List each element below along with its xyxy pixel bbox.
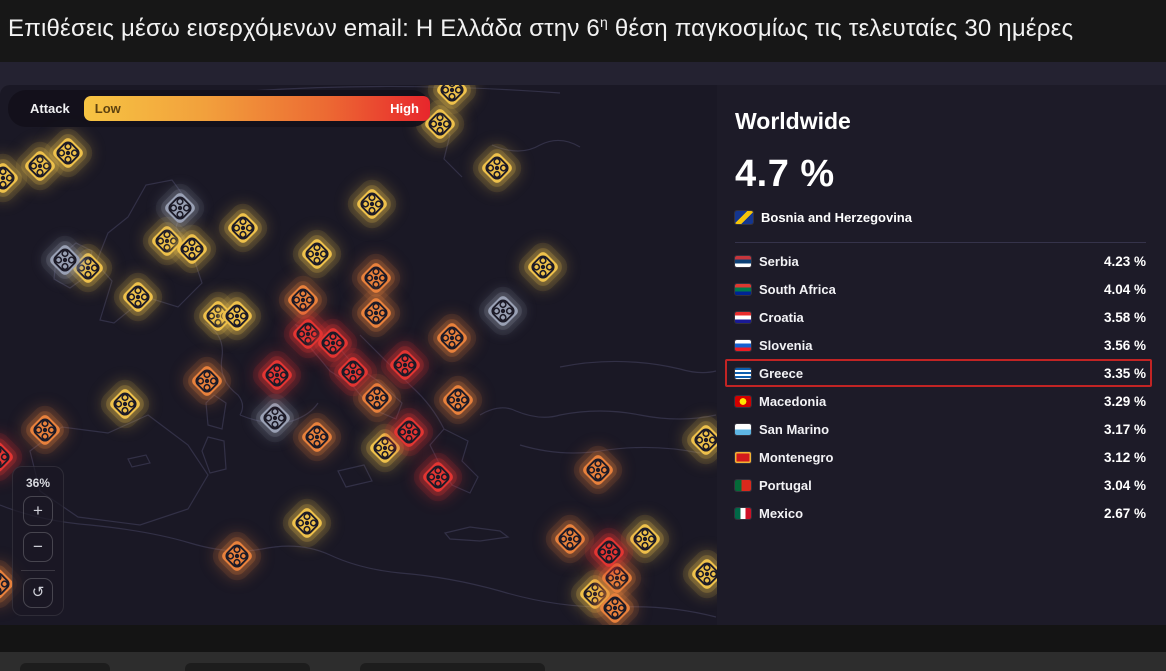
country-flag-icon xyxy=(735,256,751,267)
country-value: 3.58 % xyxy=(1104,310,1146,325)
legend-low-label: Low xyxy=(95,101,121,116)
country-name: Montenegro xyxy=(759,450,833,465)
country-flag-icon xyxy=(735,312,751,323)
zoom-divider xyxy=(21,570,55,571)
country-row[interactable]: Greece 3.35 % xyxy=(735,359,1146,387)
footer-chip xyxy=(185,663,310,671)
country-flag-icon xyxy=(735,396,751,407)
country-row[interactable]: Mexico 2.67 % xyxy=(735,499,1146,527)
country-flag-icon xyxy=(735,480,751,491)
leader-country-name: Bosnia and Herzegovina xyxy=(761,210,912,225)
country-name: Croatia xyxy=(759,310,804,325)
stats-panel: Worldwide 4.7 % Bosnia and Herzegovina S… xyxy=(717,85,1166,625)
country-row[interactable]: Serbia 4.23 % xyxy=(735,247,1146,275)
page-title: Επιθέσεις μέσω εισερχόμενων email: Η Ελλ… xyxy=(8,14,1164,43)
leader-country-row[interactable]: Bosnia and Herzegovina xyxy=(735,210,1146,225)
country-list: Serbia 4.23 % South Africa 4.04 % Croati… xyxy=(735,247,1146,527)
country-name: Greece xyxy=(759,366,803,381)
country-name: South Africa xyxy=(759,282,836,297)
country-value: 3.56 % xyxy=(1104,338,1146,353)
panel-separator xyxy=(735,242,1146,243)
country-name: Portugal xyxy=(759,478,812,493)
footer-chip xyxy=(20,663,110,671)
country-row[interactable]: Montenegro 3.12 % xyxy=(735,443,1146,471)
country-name: Serbia xyxy=(759,254,799,269)
legend-gradient-bar: Low High xyxy=(84,96,430,121)
footer-chip xyxy=(360,663,545,671)
attack-legend: Attack Low High xyxy=(8,90,430,127)
country-value: 3.12 % xyxy=(1104,450,1146,465)
reset-view-button[interactable]: ↺ xyxy=(23,578,53,608)
page: Επιθέσεις μέσω εισερχόμενων email: Η Ελλ… xyxy=(0,0,1166,671)
country-value: 3.35 % xyxy=(1104,366,1146,381)
worldwide-value: 4.7 % xyxy=(735,153,1146,196)
country-value: 4.23 % xyxy=(1104,254,1146,269)
country-flag-icon xyxy=(735,424,751,435)
country-name: San Marino xyxy=(759,422,829,437)
threat-map-widget: Attack Low High 36% + − ↺ Worldwide 4.7 … xyxy=(0,62,1166,625)
zoom-controls: 36% + − ↺ xyxy=(12,466,64,616)
country-flag-icon xyxy=(735,340,751,351)
zoom-level: 36% xyxy=(26,476,50,490)
country-value: 3.04 % xyxy=(1104,478,1146,493)
footer-bar xyxy=(0,652,1166,671)
country-value: 3.29 % xyxy=(1104,394,1146,409)
zoom-out-button[interactable]: − xyxy=(23,532,53,562)
country-row[interactable]: Croatia 3.58 % xyxy=(735,303,1146,331)
country-name: Slovenia xyxy=(759,338,812,353)
country-flag-icon xyxy=(735,368,751,379)
country-name: Macedonia xyxy=(759,394,826,409)
worldwide-title: Worldwide xyxy=(735,108,1146,135)
country-value: 2.67 % xyxy=(1104,506,1146,521)
country-row[interactable]: San Marino 3.17 % xyxy=(735,415,1146,443)
zoom-in-button[interactable]: + xyxy=(23,496,53,526)
country-row[interactable]: South Africa 4.04 % xyxy=(735,275,1146,303)
country-flag-icon xyxy=(735,284,751,295)
country-flag-icon xyxy=(735,508,751,519)
threat-map[interactable]: Attack Low High 36% + − ↺ xyxy=(0,85,717,625)
country-row[interactable]: Macedonia 3.29 % xyxy=(735,387,1146,415)
legend-label: Attack xyxy=(30,101,70,116)
country-value: 3.17 % xyxy=(1104,422,1146,437)
footer-black-strip xyxy=(0,625,1166,652)
slide-header: Επιθέσεις μέσω εισερχόμενων email: Η Ελλ… xyxy=(0,0,1166,62)
country-name: Mexico xyxy=(759,506,803,521)
legend-high-label: High xyxy=(390,101,419,116)
country-value: 4.04 % xyxy=(1104,282,1146,297)
country-flag-icon xyxy=(735,452,751,463)
country-row[interactable]: Slovenia 3.56 % xyxy=(735,331,1146,359)
leader-country-flag-icon xyxy=(735,211,753,224)
country-row[interactable]: Portugal 3.04 % xyxy=(735,471,1146,499)
